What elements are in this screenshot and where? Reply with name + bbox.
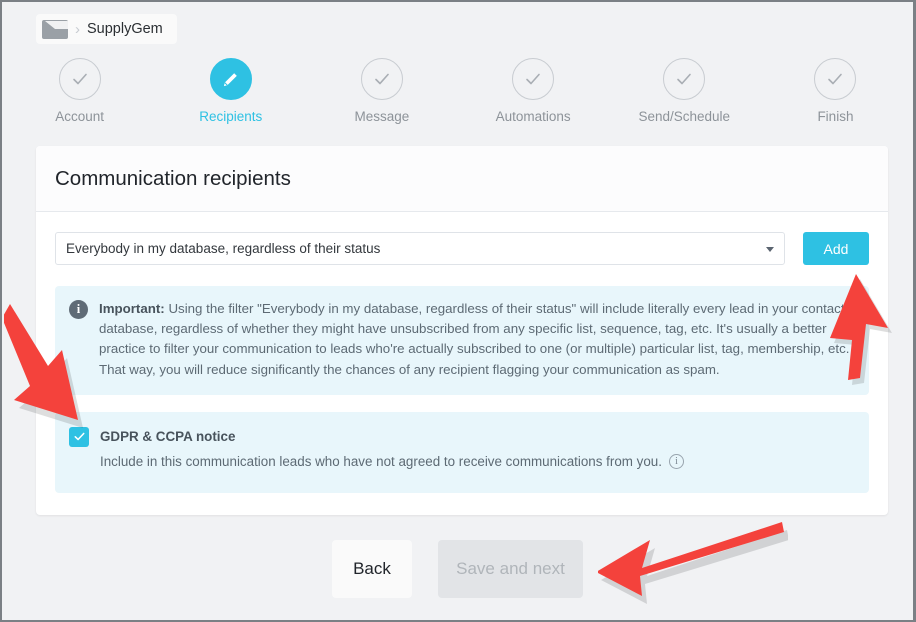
step-automations[interactable]: Automations — [458, 58, 609, 124]
step-recipients-label: Recipients — [199, 109, 263, 124]
info-outline-icon[interactable]: i — [668, 453, 684, 469]
important-info-body: Using the filter "Everybody in my databa… — [99, 301, 852, 377]
recipients-wizard-page: { "breadcrumb": { "icon": "envelope-icon… — [0, 0, 916, 622]
step-finish-circle — [814, 58, 857, 100]
check-icon — [677, 73, 692, 85]
step-account-label: Account — [55, 109, 104, 124]
back-button[interactable]: Back — [332, 540, 412, 598]
info-filled-icon: i — [69, 300, 88, 319]
recipient-filter-value: Everybody in my database, regardless of … — [66, 241, 381, 256]
step-recipients-circle — [209, 58, 252, 100]
step-message[interactable]: Message — [306, 58, 457, 124]
gdpr-row: GDPR & CCPA notice — [69, 426, 853, 447]
gdpr-panel: GDPR & CCPA notice Include in this commu… — [55, 411, 869, 493]
gdpr-checkbox[interactable] — [69, 426, 89, 447]
recipient-filter-select[interactable]: Everybody in my database, regardless of … — [55, 232, 785, 265]
step-account-circle — [58, 58, 101, 100]
page-title: Communication recipients — [55, 166, 291, 190]
step-message-circle — [360, 58, 403, 100]
envelope-icon[interactable] — [42, 19, 68, 39]
check-icon — [73, 433, 85, 441]
check-icon — [526, 73, 540, 85]
step-send-schedule[interactable]: Send/Schedule — [609, 58, 760, 124]
wizard-stepper: Account Recipients Message Automations S… — [4, 58, 911, 124]
pencil-icon — [224, 72, 238, 86]
step-finish-label: Finish — [817, 109, 854, 124]
chevron-down-icon — [766, 246, 774, 252]
step-send-schedule-circle — [663, 58, 706, 100]
breadcrumb-app-name[interactable]: SupplyGem — [87, 21, 163, 37]
breadcrumb: › SupplyGem — [36, 14, 177, 44]
step-finish[interactable]: Finish — [760, 58, 911, 124]
step-automations-circle — [512, 58, 555, 100]
important-info-text: Important: Using the filter "Everybody i… — [99, 299, 853, 380]
step-message-label: Message — [354, 109, 410, 124]
save-and-next-button[interactable]: Save and next — [438, 540, 583, 598]
check-icon — [72, 73, 87, 85]
filter-row: Everybody in my database, regardless of … — [55, 232, 869, 265]
step-recipients[interactable]: Recipients — [155, 58, 306, 124]
step-automations-label: Automations — [495, 109, 571, 124]
recipients-card: Communication recipients Everybody in my… — [36, 146, 888, 515]
check-icon — [375, 73, 389, 85]
important-info-panel: i Important: Using the filter "Everybody… — [55, 286, 869, 395]
gdpr-description-row: Include in this communication leads who … — [100, 453, 853, 469]
card-body: Everybody in my database, regardless of … — [36, 212, 888, 515]
step-account[interactable]: Account — [4, 58, 155, 124]
gdpr-description: Include in this communication leads who … — [100, 453, 662, 469]
breadcrumb-separator-icon: › — [75, 20, 80, 38]
add-button[interactable]: Add — [803, 232, 869, 265]
gdpr-title: GDPR & CCPA notice — [100, 428, 236, 444]
check-icon — [828, 73, 843, 85]
step-send-schedule-label: Send/Schedule — [638, 109, 731, 124]
card-header: Communication recipients — [36, 146, 888, 212]
important-info-lead: Important: — [99, 301, 165, 316]
wizard-footer: Back Save and next — [2, 540, 913, 598]
